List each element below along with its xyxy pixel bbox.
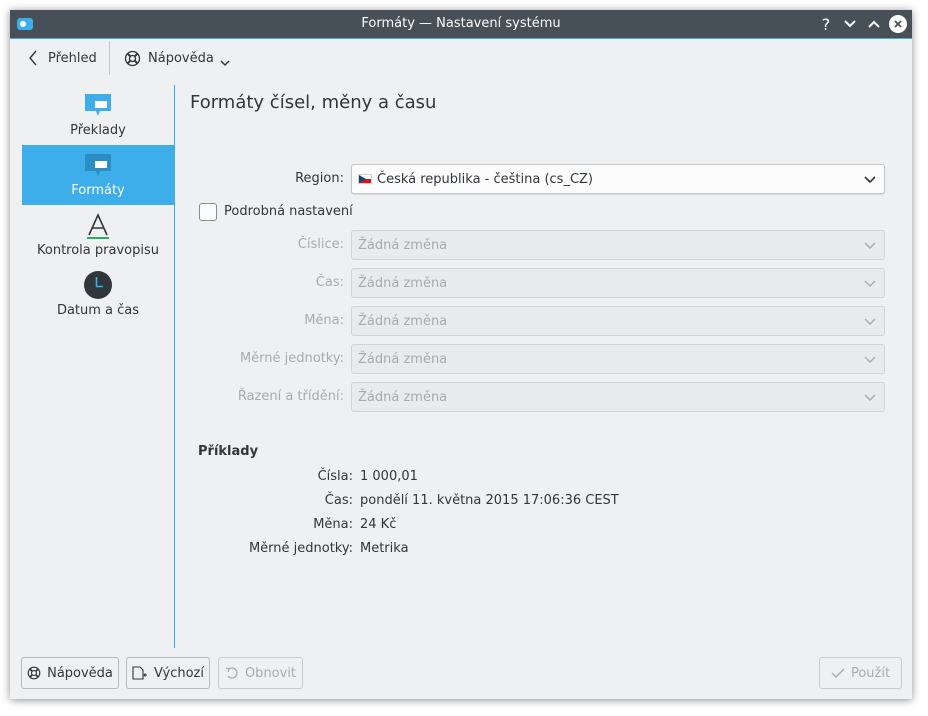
defaults-button-label: Výchozí — [153, 665, 204, 681]
sidebar-item-label: Překlady — [70, 123, 126, 138]
sidebar: Překlady Formáty Kontrola pravopisu Datu… — [22, 85, 174, 325]
close-icon — [894, 20, 902, 28]
formats-panel: Formáty čísel, měny a času Region: Česká… — [175, 77, 912, 652]
units-label: Měrné jednotky: — [239, 351, 344, 366]
chevron-up-icon — [868, 20, 880, 28]
clock-icon — [83, 270, 113, 300]
apply-button[interactable]: Použít — [819, 657, 902, 689]
back-to-overview-button[interactable]: Přehled — [28, 39, 97, 77]
undo-icon — [225, 667, 238, 679]
toolbar: Přehled Nápověda — [10, 39, 912, 77]
time-value: Žádná změna — [358, 275, 448, 291]
help-label: Nápověda — [148, 50, 214, 66]
settings-window: Formáty — Nastavení systému ? Přehled Ná… — [10, 10, 912, 699]
time-combobox[interactable]: Žádná změna — [351, 268, 885, 298]
chevron-down-icon — [864, 242, 876, 249]
sidebar-item-label: Kontrola pravopisu — [37, 243, 159, 258]
time-label: Čas: — [315, 275, 344, 290]
chevron-left-icon — [29, 50, 37, 66]
example-units-label: Měrné jednotky: — [248, 541, 353, 556]
collation-combobox[interactable]: Žádná změna — [351, 382, 885, 412]
example-currency-value: 24 Kč — [360, 517, 397, 532]
chevron-down-icon — [864, 318, 876, 325]
region-value: Česká republika - čeština (cs_CZ) — [377, 171, 594, 187]
lifebuoy-icon — [27, 666, 41, 680]
speech-bubble-icon — [83, 150, 113, 180]
example-time-label: Čas: — [324, 493, 353, 508]
speech-bubble-icon — [83, 90, 113, 120]
help-button[interactable]: Nápověda — [21, 657, 119, 689]
minimize-button[interactable] — [840, 14, 860, 34]
chevron-down-icon — [844, 20, 856, 28]
cz-flag-icon — [358, 174, 372, 184]
title-bar: Formáty — Nastavení systému ? — [10, 10, 912, 38]
currency-label: Měna: — [304, 313, 344, 328]
chevron-down-icon — [864, 280, 876, 287]
example-time-value: pondělí 11. května 2015 17:06:36 CEST — [360, 493, 619, 508]
collation-value: Žádná změna — [358, 389, 448, 405]
maximize-button[interactable] — [864, 14, 884, 34]
digits-label: Číslice: — [297, 237, 344, 252]
currency-combobox[interactable]: Žádná změna — [351, 306, 885, 336]
digits-value: Žádná změna — [358, 237, 448, 253]
sidebar-item-date-time[interactable]: Datum a čas — [22, 265, 174, 325]
currency-value: Žádná změna — [358, 313, 448, 329]
chevron-down-icon — [864, 356, 876, 363]
document-revert-icon — [132, 666, 147, 680]
chevron-down-icon — [220, 60, 230, 66]
help-menu-button[interactable]: Nápověda — [124, 39, 230, 77]
checkmark-icon — [831, 668, 845, 678]
reset-button[interactable]: Obnovit — [218, 657, 303, 689]
help-button-label: Nápověda — [47, 665, 113, 681]
sidebar-item-formats[interactable]: Formáty — [22, 145, 174, 205]
example-numbers-value: 1 000,01 — [360, 469, 418, 484]
region-combobox[interactable]: Česká republika - čeština (cs_CZ) — [351, 164, 885, 194]
sidebar-item-label: Formáty — [71, 183, 125, 198]
sidebar-item-spellcheck[interactable]: Kontrola pravopisu — [22, 205, 174, 265]
sidebar-item-translations[interactable]: Překlady — [22, 85, 174, 145]
back-label: Přehled — [48, 50, 97, 66]
window-title: Formáty — Nastavení systému — [361, 16, 561, 31]
examples-heading: Příklady — [198, 444, 259, 459]
example-units-value: Metrika — [360, 541, 409, 556]
page-title: Formáty čísel, měny a času — [190, 92, 437, 113]
digits-combobox[interactable]: Žádná změna — [351, 230, 885, 260]
units-combobox[interactable]: Žádná změna — [351, 344, 885, 374]
collation-label: Řazení a třídění: — [237, 389, 344, 404]
region-label: Region: — [295, 171, 344, 186]
units-value: Žádná změna — [358, 351, 448, 367]
defaults-button[interactable]: Výchozí — [126, 657, 210, 689]
toolbar-separator — [109, 41, 110, 75]
close-button[interactable] — [889, 15, 907, 33]
example-currency-label: Měna: — [313, 517, 353, 532]
apply-button-label: Použít — [850, 665, 891, 681]
chevron-down-icon — [864, 394, 876, 401]
detailed-settings-label[interactable]: Podrobná nastavení — [224, 204, 353, 219]
example-numbers-label: Čísla: — [317, 469, 353, 484]
detailed-settings-checkbox[interactable] — [199, 203, 217, 221]
sidebar-item-label: Datum a čas — [56, 303, 140, 318]
lifebuoy-icon — [124, 50, 141, 66]
spellcheck-icon — [83, 210, 113, 240]
chevron-down-icon — [864, 176, 876, 184]
reset-button-label: Obnovit — [244, 665, 297, 681]
help-question-icon[interactable]: ? — [816, 14, 836, 34]
